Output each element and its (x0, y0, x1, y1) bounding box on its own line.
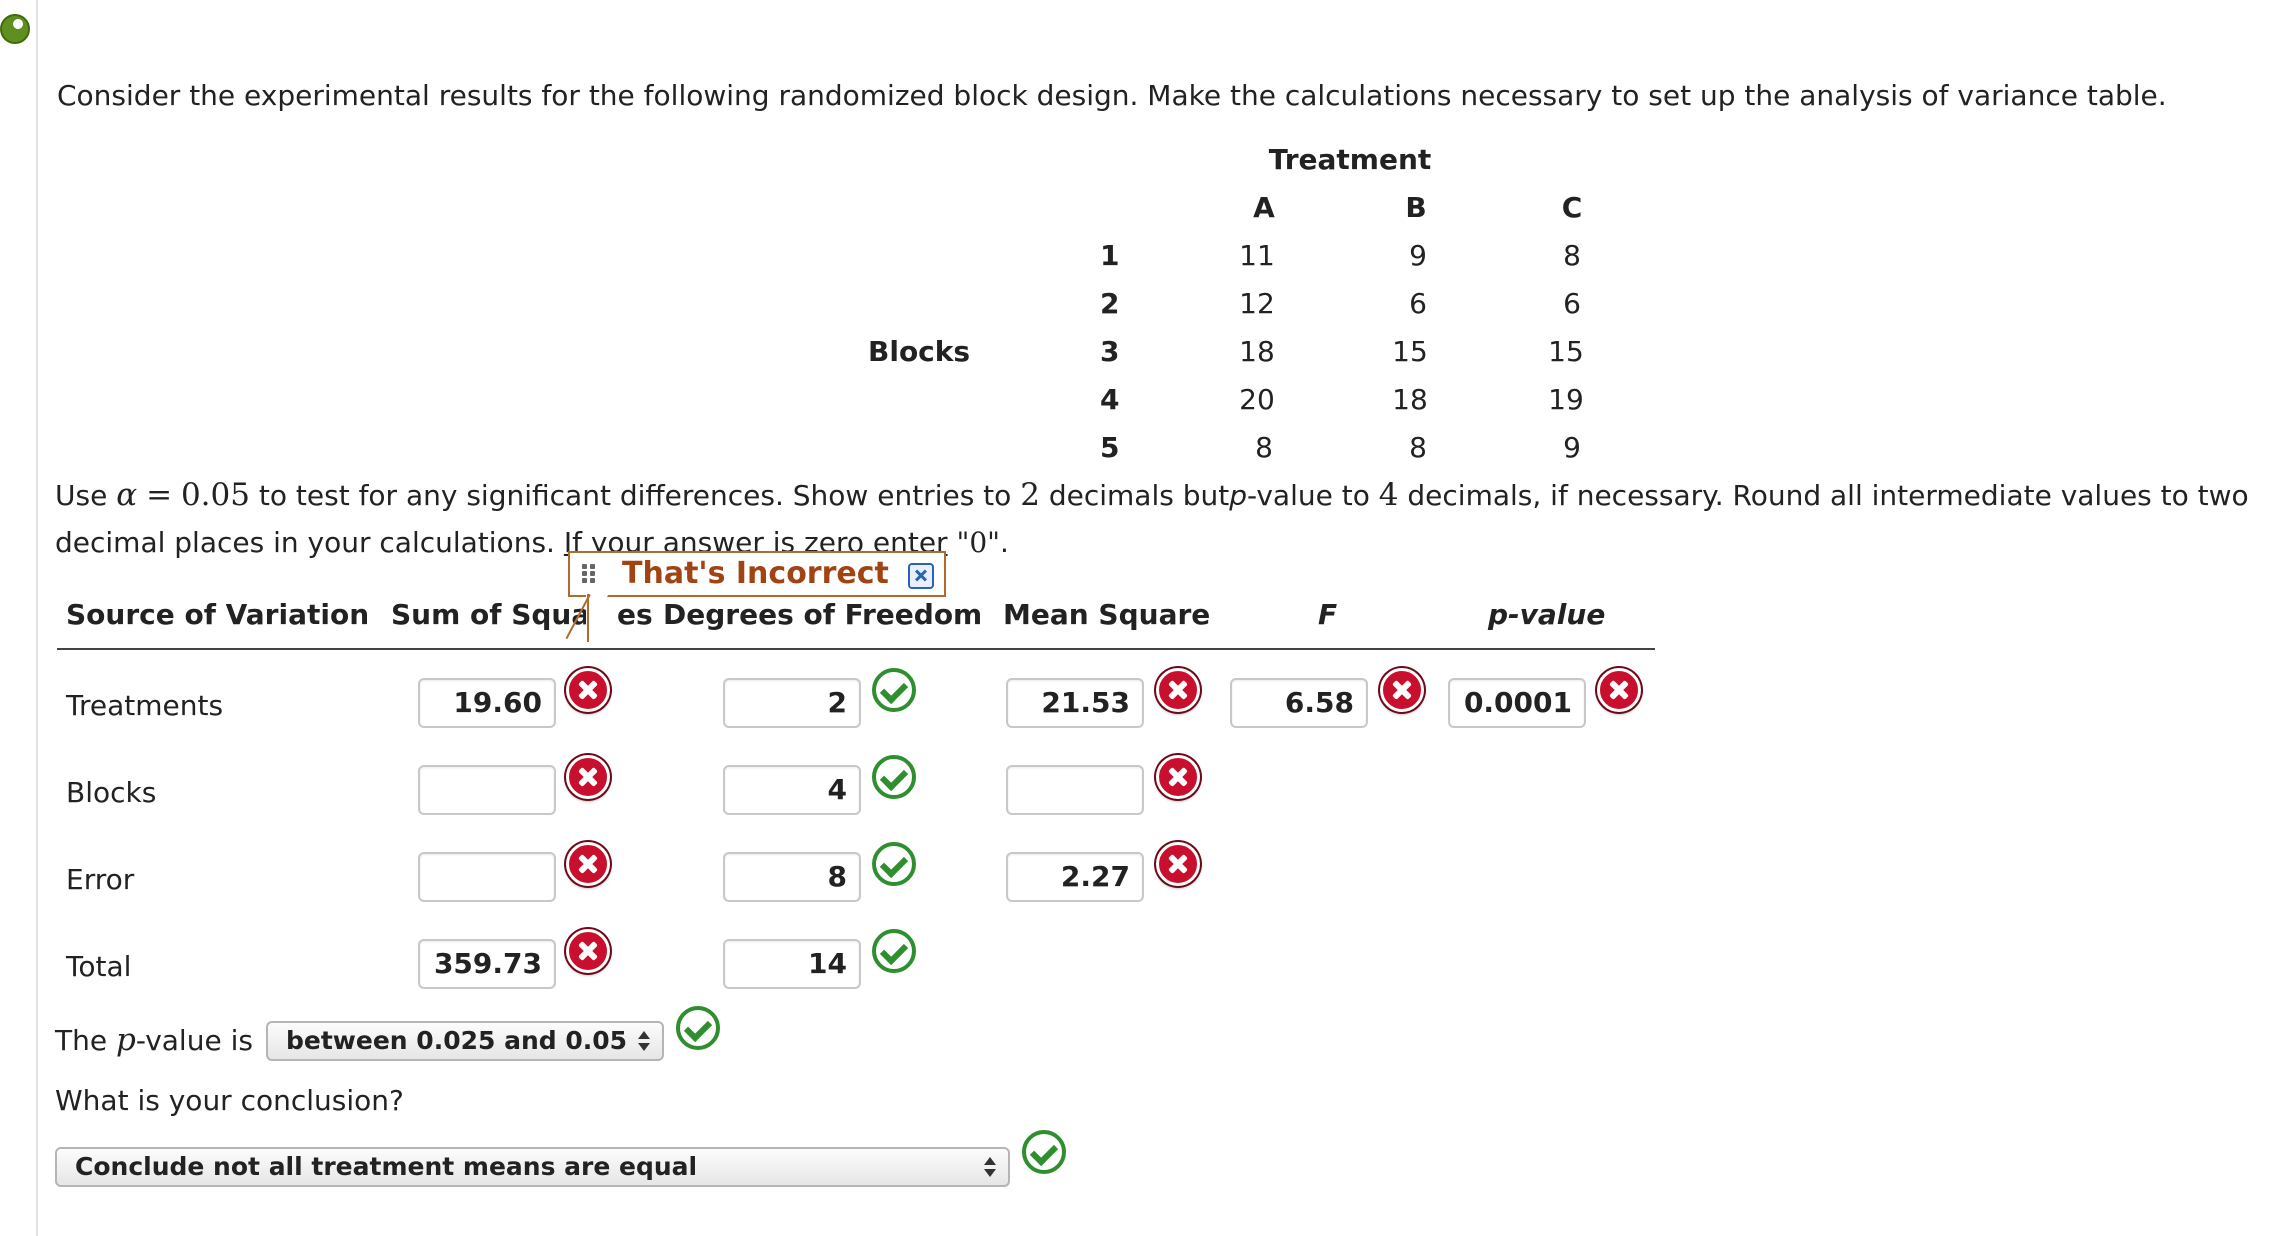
p-italic: p (1229, 479, 1247, 512)
pvalue-suffix: -value is (135, 1024, 253, 1057)
ss-error-input[interactable] (418, 852, 556, 902)
df-error-input[interactable]: 8 (723, 852, 861, 902)
header-df: Degrees of Freedom (663, 598, 983, 631)
ss-treatments-input[interactable]: 19.60 (418, 678, 556, 728)
header-divider (57, 648, 1655, 650)
header-f: F (1318, 598, 1338, 631)
correct-icon (676, 1006, 720, 1050)
row-label-blocks: Blocks (66, 776, 157, 809)
alpha-value: 0.05 (180, 477, 250, 513)
correct-icon (872, 929, 916, 973)
block-number: 1 (1100, 239, 1120, 272)
equals-sign: = (146, 477, 173, 513)
cell-value: 18 (1239, 335, 1275, 368)
conclusion-select-value: Conclude not all treatment means are equ… (75, 1152, 698, 1181)
instructions-mid-4: decimals, if necessary. Round all interm… (1407, 479, 2249, 512)
instructions-mid-2: decimals but (1048, 479, 1230, 512)
incorrect-icon (1156, 842, 1200, 886)
pvalue-select-value: between 0.025 and 0.05 (286, 1026, 628, 1055)
header-source: Source of Variation (66, 598, 370, 631)
df-treatments-input[interactable]: 2 (723, 678, 861, 728)
cell-value: 9 (1409, 239, 1427, 272)
status-icon (0, 14, 30, 44)
incorrect-tooltip: That's Incorrect (568, 551, 946, 597)
block-number: 2 (1100, 287, 1120, 320)
decimals-pvalue: 4 (1378, 477, 1399, 513)
incorrect-icon (566, 668, 610, 712)
instructions-mid-3: -value to (1247, 479, 1370, 512)
cell-value: 8 (1255, 431, 1273, 464)
pvalue-select[interactable]: between 0.025 and 0.05 (266, 1021, 664, 1061)
cell-value: 9 (1563, 431, 1581, 464)
incorrect-icon (1156, 755, 1200, 799)
row-label-treatments: Treatments (66, 689, 224, 722)
correct-icon (872, 755, 916, 799)
row-label-error: Error (66, 863, 135, 896)
header-p: p-value (1488, 598, 1606, 631)
cell-value: 8 (1563, 239, 1581, 272)
left-gutter (0, 0, 38, 1236)
select-arrows-icon (984, 1155, 996, 1179)
correct-icon (872, 842, 916, 886)
row-label-total: Total (66, 950, 132, 983)
cell-value: 18 (1392, 383, 1428, 416)
incorrect-icon (566, 755, 610, 799)
instructions-line-2c: . (1000, 526, 1009, 559)
treatment-col-b: B (1405, 191, 1427, 224)
incorrect-icon (566, 929, 610, 973)
incorrect-icon (1156, 668, 1200, 712)
treatment-col-a: A (1253, 191, 1275, 224)
drag-handle-icon[interactable] (582, 564, 600, 584)
ms-treatments-input[interactable]: 21.53 (1006, 678, 1144, 728)
pvalue-symbol: p (115, 1022, 136, 1058)
ms-blocks-input[interactable] (1006, 765, 1144, 815)
p-treatments-input[interactable]: 0.0001 (1448, 678, 1586, 728)
cell-value: 8 (1409, 431, 1427, 464)
alpha-symbol: α (116, 477, 138, 513)
instructions-line-2a: decimal places in your calculations. (55, 526, 555, 559)
treatment-col-c: C (1561, 191, 1583, 224)
df-total-input[interactable]: 14 (723, 939, 861, 989)
cell-value: 6 (1409, 287, 1427, 320)
zero-hint-value: "0" (956, 526, 1001, 559)
correct-icon (1022, 1130, 1066, 1174)
cell-value: 6 (1563, 287, 1581, 320)
df-blocks-input[interactable]: 4 (723, 765, 861, 815)
instructions-use: Use (55, 479, 108, 512)
ms-error-input[interactable]: 2.27 (1006, 852, 1144, 902)
tooltip-pointer (586, 595, 608, 639)
header-ms: Mean Square (1003, 598, 1211, 631)
blocks-label: Blocks (868, 335, 971, 368)
pvalue-prefix: The (55, 1024, 108, 1057)
select-arrows-icon (638, 1029, 650, 1053)
cell-value: 19 (1548, 383, 1584, 416)
close-icon[interactable] (908, 563, 934, 589)
ss-total-input[interactable]: 359.73 (418, 939, 556, 989)
tooltip-text: That's Incorrect (622, 556, 889, 591)
correct-icon (872, 668, 916, 712)
incorrect-icon (1597, 668, 1641, 712)
incorrect-icon (1380, 668, 1424, 712)
incorrect-icon (566, 842, 610, 886)
header-ss-right: es (617, 598, 653, 631)
conclusion-question: What is your conclusion? (55, 1084, 404, 1117)
block-number: 3 (1100, 335, 1120, 368)
pvalue-question: The p-value is (55, 1022, 253, 1059)
block-number: 5 (1100, 431, 1120, 464)
cell-value: 20 (1239, 383, 1275, 416)
block-number: 4 (1100, 383, 1120, 416)
treatment-heading: Treatment (1268, 143, 1432, 176)
conclusion-select[interactable]: Conclude not all treatment means are equ… (55, 1147, 1010, 1187)
f-treatments-input[interactable]: 6.58 (1230, 678, 1368, 728)
cell-value: 15 (1548, 335, 1584, 368)
header-ss-left: Sum of Squa (391, 598, 591, 631)
cell-value: 11 (1239, 239, 1275, 272)
ss-blocks-input[interactable] (418, 765, 556, 815)
instructions-line-1: Use α = 0.05 to test for any significant… (55, 477, 2249, 514)
problem-intro: Consider the experimental results for th… (57, 79, 2167, 112)
decimals-entries: 2 (1020, 477, 1040, 513)
instructions-mid-1: to test for any significant differences.… (258, 479, 1012, 512)
cell-value: 15 (1392, 335, 1428, 368)
cell-value: 12 (1239, 287, 1275, 320)
